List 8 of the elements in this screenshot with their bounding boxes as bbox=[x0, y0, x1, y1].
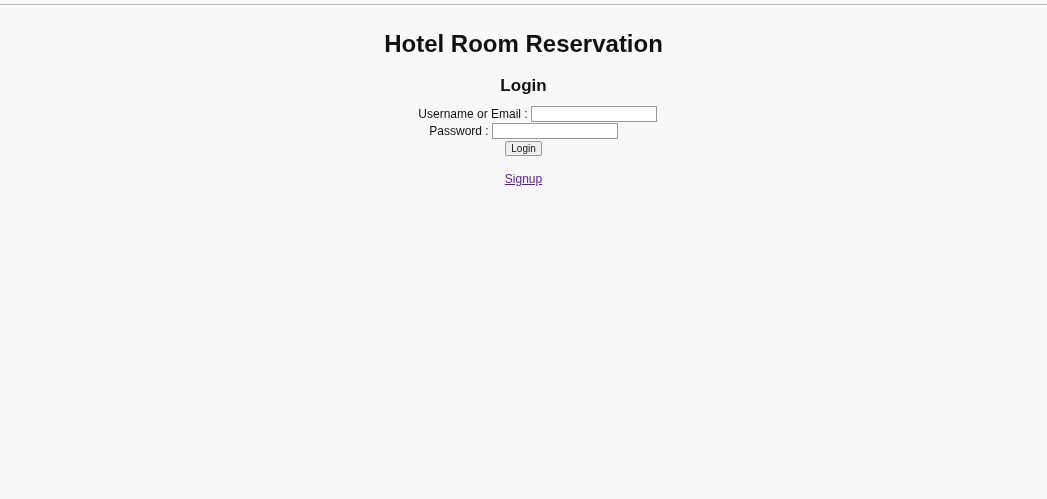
login-button[interactable]: Login bbox=[505, 141, 542, 156]
signup-link[interactable]: Signup bbox=[504, 172, 543, 186]
page-title: Hotel Room Reservation bbox=[384, 30, 663, 58]
field-label: Password : bbox=[429, 124, 489, 138]
login-heading: Login bbox=[500, 76, 547, 96]
input-field[interactable] bbox=[530, 106, 657, 122]
field-label: Username or Email : bbox=[418, 107, 528, 121]
input-field[interactable] bbox=[491, 123, 618, 139]
